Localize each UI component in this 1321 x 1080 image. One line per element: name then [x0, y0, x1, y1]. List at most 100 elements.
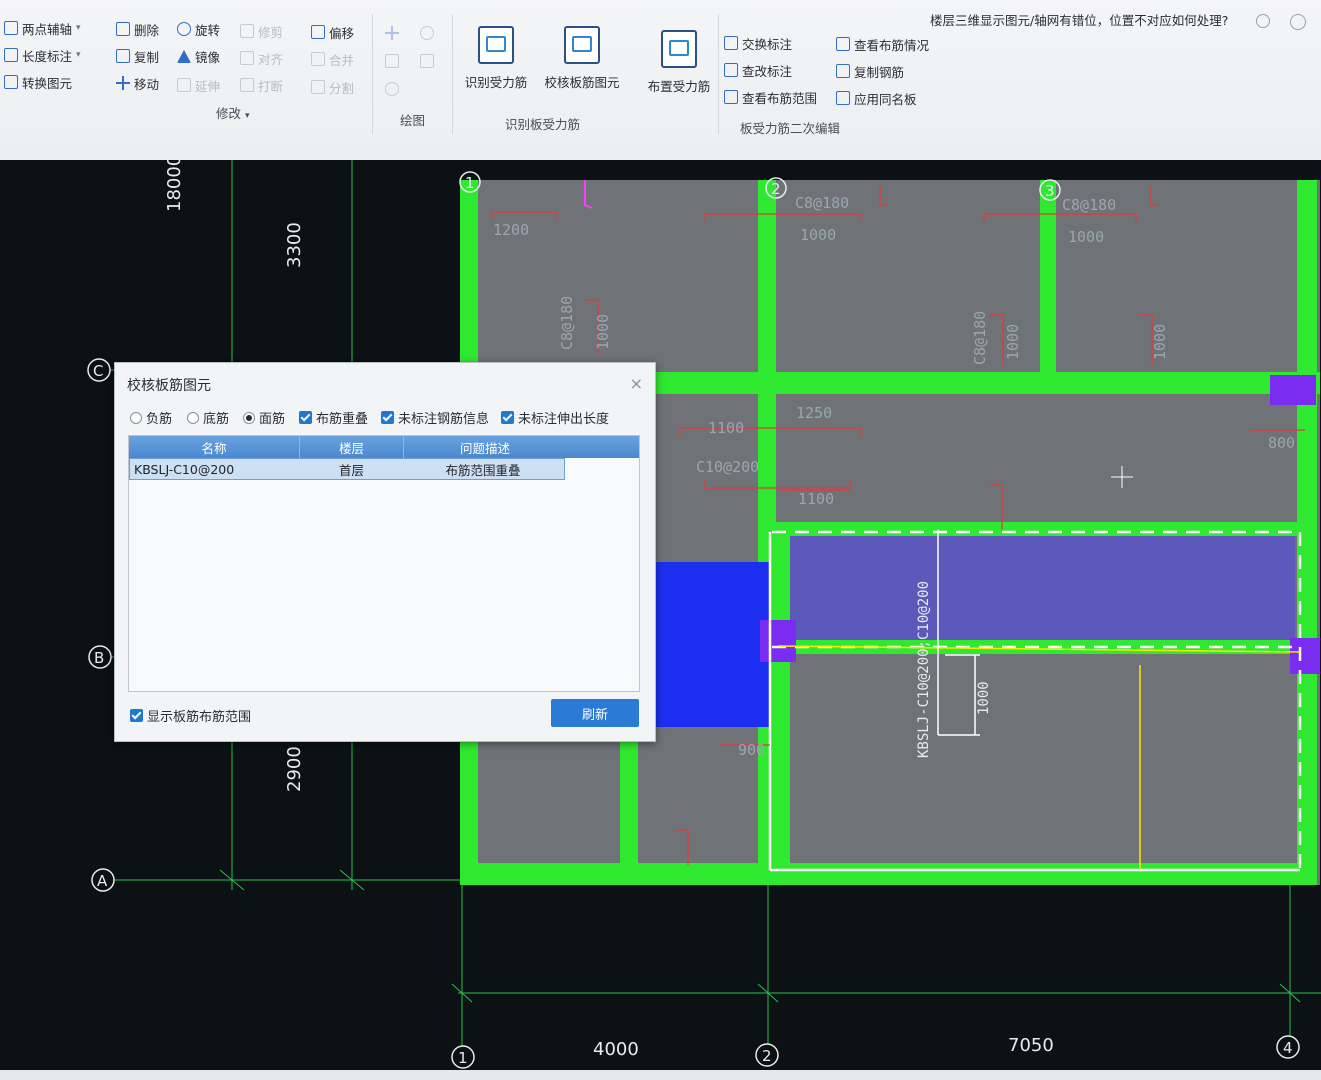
offset-button[interactable]: 偏移 — [311, 23, 354, 41]
dim-label-vertical: 3300 — [284, 222, 305, 268]
two-point-aux-axis-button[interactable]: 两点辅轴 ▾ — [4, 19, 81, 37]
convert-element-button[interactable]: 转换图元 — [4, 73, 72, 91]
rotate-button[interactable]: 旋转 — [177, 20, 220, 38]
joint-marker — [1270, 375, 1316, 405]
search-icon[interactable] — [1256, 14, 1270, 28]
radio-selected-icon — [243, 411, 255, 424]
apply-same-slab-button[interactable]: 应用同名板 — [836, 89, 917, 107]
rebar-tag: C8@180 — [971, 311, 989, 365]
check-missing-rebar-info[interactable]: 未标注钢筋信息 — [381, 408, 489, 427]
axis-bubble-a[interactable]: A — [91, 868, 115, 892]
column-header-floor[interactable]: 楼层 — [300, 436, 404, 458]
swap-annotation-button[interactable]: 交换标注 — [724, 34, 792, 52]
checkbox-checked-icon — [299, 411, 312, 424]
align-button[interactable]: 对齐 — [240, 49, 283, 67]
merge-button[interactable]: 合并 — [311, 50, 354, 68]
length-dimension-button[interactable]: 长度标注 ▾ — [4, 46, 81, 64]
axis-bubble-1-bottom[interactable]: 1 — [451, 1045, 475, 1069]
view-rebar-range-button[interactable]: 查看布筋范围 — [724, 88, 817, 106]
arc-icon — [385, 82, 399, 96]
point-icon — [420, 26, 434, 40]
dialog-title: 校核板筋图元 — [127, 378, 211, 394]
break-icon — [240, 78, 254, 92]
rebar-tag: 1000 — [1068, 228, 1104, 246]
group-separator — [718, 14, 719, 134]
rebar-tag: 1200 — [493, 221, 529, 239]
extend-button[interactable]: 延伸 — [177, 76, 220, 94]
check-missing-extension-length[interactable]: 未标注伸出长度 — [501, 408, 609, 427]
radio-top-rebar[interactable]: 面筋 — [243, 408, 285, 427]
rebar-overlap-region — [790, 536, 1295, 640]
copy-icon — [116, 49, 130, 63]
svg-text:1: 1 — [458, 1049, 468, 1067]
rebar-tag: 1000 — [800, 226, 836, 244]
column-header-issue[interactable]: 问题描述 — [404, 436, 566, 458]
axis-bubble-2-bottom[interactable]: 2 — [755, 1043, 779, 1067]
rebar-tag: 1000 — [594, 314, 612, 350]
dim-label-vertical: 18000 — [164, 160, 185, 212]
axis-bubble-b[interactable]: B — [88, 645, 112, 669]
help-question-link[interactable]: 楼层三维显示图元/轴网有错位，位置不对应如何处理? — [930, 10, 1228, 29]
aux-axis-icon — [4, 21, 18, 35]
draw-polyline-button[interactable] — [385, 52, 399, 70]
draw-rect-button[interactable] — [420, 52, 434, 70]
svg-text:3: 3 — [1045, 182, 1055, 200]
radio-negative-rebar[interactable]: 负筋 — [130, 408, 172, 427]
copy-rebar-icon — [836, 64, 850, 78]
mirror-button[interactable]: 镜像 — [177, 47, 220, 65]
check-rebar-overlap[interactable]: 布筋重叠 — [299, 408, 368, 427]
dimension-icon — [4, 48, 18, 62]
rebar-tag: 1100 — [798, 490, 834, 508]
svg-text:2: 2 — [771, 180, 781, 198]
table-row[interactable]: KBSLJ-C10@200 首层 布筋范围重叠 — [129, 458, 565, 480]
app-window: 两点辅轴 ▾ 长度标注 ▾ 转换图元 删除 复制 移动 旋转 镜像 延伸 修剪 对齐… — [0, 0, 1321, 1080]
break-button[interactable]: 打断 — [240, 76, 283, 94]
user-icon[interactable] — [1290, 14, 1306, 30]
move-button[interactable]: 移动 — [116, 74, 159, 92]
svg-text:2: 2 — [762, 1047, 772, 1065]
group-separator — [372, 14, 373, 134]
close-icon[interactable]: × — [630, 376, 643, 392]
checkbox-checked-icon — [501, 411, 514, 424]
svg-text:1: 1 — [465, 174, 475, 192]
recognize-rebar-button[interactable]: 识别受力筋 — [461, 26, 531, 91]
status-bar — [0, 1070, 1321, 1080]
joint-marker — [1290, 638, 1320, 674]
cell-floor: 首层 — [338, 462, 364, 478]
swap-icon — [724, 36, 738, 50]
check-slab-rebar-button[interactable]: 校核板筋图元 — [540, 26, 624, 91]
range-icon — [724, 90, 738, 104]
trim-button[interactable]: 修剪 — [240, 22, 283, 40]
draw-line-button[interactable] — [385, 24, 399, 42]
apply-icon — [836, 91, 850, 105]
split-icon — [311, 80, 325, 94]
group-label-modify[interactable]: 修改 ▾ — [216, 103, 250, 122]
column-header-name[interactable]: 名称 — [129, 436, 300, 458]
radio-bottom-rebar[interactable]: 底筋 — [187, 408, 229, 427]
move-icon — [116, 76, 130, 90]
refresh-button[interactable]: 刷新 — [551, 699, 639, 727]
view-rebar-layout-button[interactable]: 查看布筋情况 — [836, 35, 929, 53]
extend-icon — [177, 78, 191, 92]
draw-arc-button[interactable] — [385, 80, 399, 98]
rebar-tag: 1000 — [1151, 324, 1169, 360]
radio-circle-icon — [130, 411, 142, 424]
selected-slab-region — [652, 562, 770, 727]
issue-table: 名称 楼层 问题描述 KBSLJ-C10@200 首层 布筋范围重叠 — [128, 435, 640, 692]
dim-label-horizontal: 4000 — [593, 1039, 639, 1060]
cell-issue: 布筋范围重叠 — [445, 462, 521, 478]
rebar-tag: 800 — [1268, 434, 1295, 452]
delete-button[interactable]: 删除 — [116, 20, 159, 38]
copy-button[interactable]: 复制 — [116, 47, 159, 65]
joint-marker — [760, 620, 796, 662]
split-button[interactable]: 分割 — [311, 78, 354, 96]
cell-name: KBSLJ-C10@200 — [134, 461, 235, 477]
show-rebar-range-checkbox[interactable]: 显示板筋布筋范围 — [130, 706, 251, 725]
place-rebar-button[interactable]: 布置受力筋 — [644, 30, 714, 95]
draw-point-button[interactable] — [420, 24, 434, 42]
copy-rebar-button[interactable]: 复制钢筋 — [836, 62, 904, 80]
edit-annotation-button[interactable]: 查改标注 — [724, 61, 792, 79]
axis-bubble-c[interactable]: C — [87, 358, 111, 382]
group-label-recognize: 识别板受力筋 — [505, 117, 581, 132]
axis-bubble-4-bottom[interactable]: 4 — [1276, 1035, 1300, 1059]
